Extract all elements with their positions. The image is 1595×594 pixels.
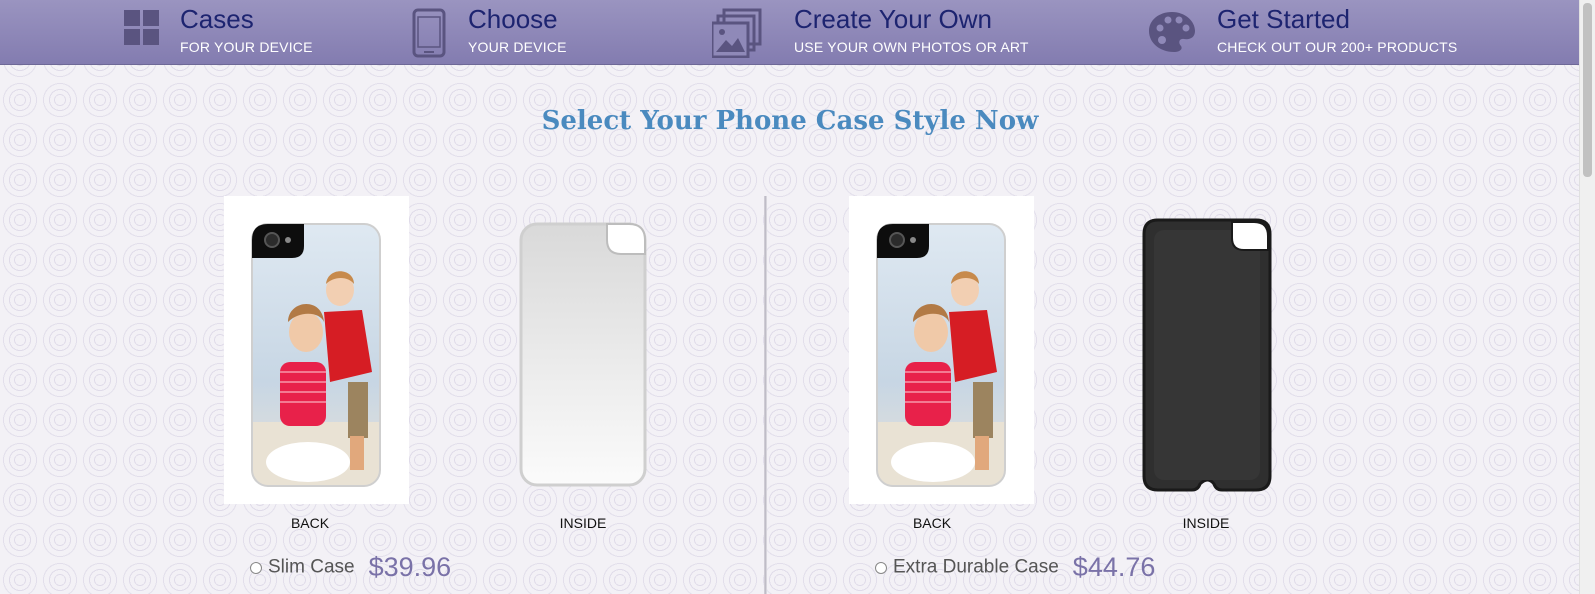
nav-item-cases[interactable]: Cases FOR YOUR DEVICE [120,0,380,64]
slim-case-back-label: BACK [290,515,330,531]
nav-title-create-your-own: Create Your Own [794,4,993,34]
nav-subtitle-get-started: CHECK OUT OUR 200+ PRODUCTS [1217,39,1458,55]
nav-item-get-started[interactable]: Get Started CHECK OUT OUR 200+ PRODUCTS [1148,0,1508,64]
column-divider [764,196,767,594]
nav-title-get-started: Get Started [1217,4,1350,34]
slim-case-name: Slim Case [268,556,355,578]
slim-case-back-image [251,223,381,487]
scrollbar-thumb[interactable] [1583,3,1592,177]
nav-subtitle-choose: YOUR DEVICE [468,39,567,55]
extra-durable-case-back-image [876,223,1006,487]
slim-case-inside-image[interactable] [519,222,647,487]
nav-title-choose: Choose [468,4,558,34]
nav-title-cases: Cases [180,4,254,34]
slim-case-radio[interactable] [250,561,262,574]
extra-durable-case-back-card[interactable] [849,196,1034,504]
nav-item-create-your-own[interactable]: Create Your Own USE YOUR OWN PHOTOS OR A… [710,0,1050,64]
page-title: Select Your Phone Case Style Now [541,106,1039,136]
photo-icon [710,8,762,63]
slim-case-price: $39.96 [368,552,452,582]
extra-durable-case-price: $44.76 [1072,552,1156,582]
page-scrollbar[interactable] [1579,0,1595,594]
extra-durable-case-inside-label: INSIDE [1182,515,1230,531]
extra-durable-case-option[interactable]: Extra Durable Case $44.76 [875,552,1155,583]
palette-icon [1148,10,1196,59]
nav-item-choose[interactable]: Choose YOUR DEVICE [410,0,660,64]
slim-case-option[interactable]: Slim Case $39.96 [250,552,451,583]
extra-durable-case-radio[interactable] [875,561,887,574]
extra-durable-case-inside-image[interactable] [1142,218,1272,492]
nav-subtitle-cases: FOR YOUR DEVICE [180,39,313,55]
slim-case-back-card[interactable] [224,196,409,504]
nav-subtitle-create-your-own: USE YOUR OWN PHOTOS OR ART [794,39,1029,55]
extra-durable-case-name: Extra Durable Case [893,556,1059,578]
top-nav-bar: Cases FOR YOUR DEVICE Choose YOUR DEVICE… [0,0,1580,65]
slim-case-inside-label: INSIDE [559,515,607,531]
phone-icon [412,8,446,63]
grid-icon [124,10,160,51]
extra-durable-case-back-label: BACK [912,515,952,531]
